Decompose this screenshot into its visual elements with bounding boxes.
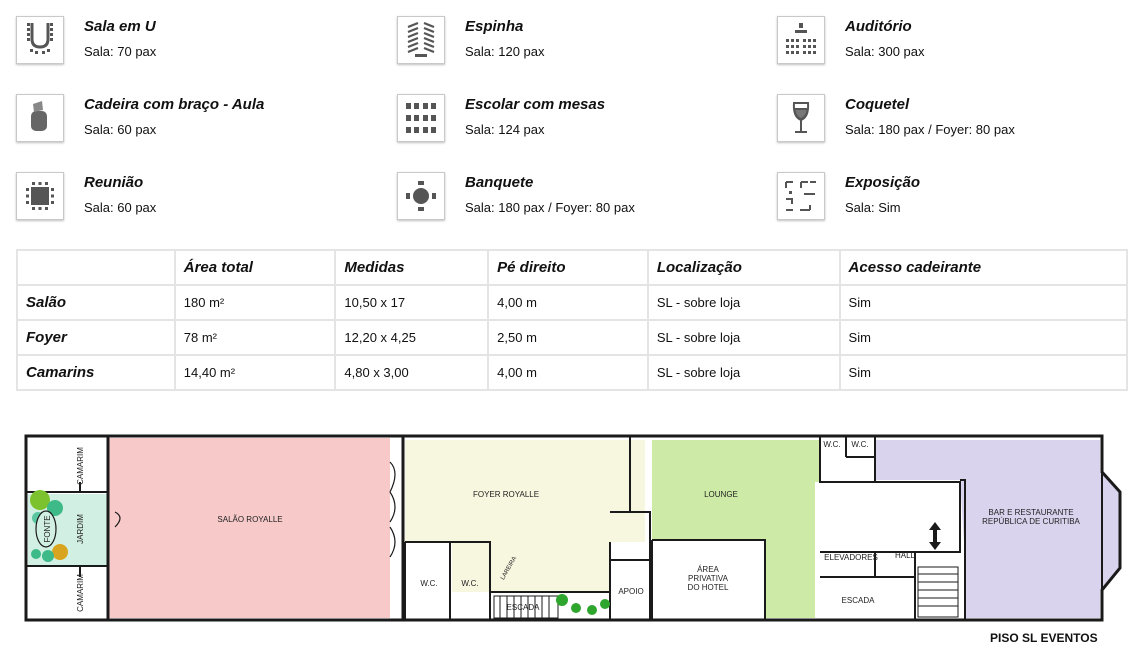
floor-plan: CAMARIM CAMARIM FONTE JARDIM SALÃO ROYAL… <box>24 434 1122 622</box>
label-escada-1: ESCADA <box>507 603 541 612</box>
salao-area <box>108 438 390 618</box>
layout-capacity: Sala: 300 pax <box>845 44 925 59</box>
label-area-privativa-2: PRIVATIVA <box>688 574 729 583</box>
layout-reuniao: Reunião Sala: 60 pax <box>16 172 316 232</box>
classroom-tables-icon <box>397 94 445 142</box>
table-header: Pé direito <box>487 249 649 286</box>
label-bar-2: REPÚBLICA DE CURITIBA <box>982 517 1080 526</box>
layout-escolar-mesas: Escolar com mesas Sala: 124 pax <box>397 94 697 154</box>
label-camarim-bottom: CAMARIM <box>76 574 85 612</box>
layout-sala-em-u: Sala em U Sala: 70 pax <box>16 16 316 76</box>
layout-capacity: Sala: 120 pax <box>465 44 545 59</box>
layout-capacity: Sala: 180 pax / Foyer: 80 pax <box>845 122 1015 137</box>
table-cell: 4,80 x 3,00 <box>334 354 490 391</box>
layout-title: Cadeira com braço - Aula <box>84 96 265 113</box>
label-wc-3: W.C. <box>823 440 840 449</box>
layout-title: Auditório <box>845 18 912 35</box>
layout-exposicao: Exposição Sala: Sim <box>777 172 1077 232</box>
layout-cadeira-braco: Cadeira com braço - Aula Sala: 60 pax <box>16 94 356 154</box>
table-cell: SL - sobre loja <box>646 284 841 321</box>
table-row: Salão 180 m² 10,50 x 17 4,00 m SL - sobr… <box>16 284 1129 321</box>
meeting-table-icon <box>16 172 64 220</box>
label-fonte: FONTE <box>43 515 52 542</box>
label-foyer: FOYER ROYALLE <box>473 490 539 499</box>
layout-title: Escolar com mesas <box>465 96 606 113</box>
table-row-header: Salão <box>16 284 176 321</box>
label-escada-2: ESCADA <box>842 596 876 605</box>
label-wc-2: W.C. <box>461 579 478 588</box>
bar-area <box>875 440 1120 618</box>
specs-table: Área total Medidas Pé direito Localizaçã… <box>16 249 1129 391</box>
label-wc-1: W.C. <box>420 579 437 588</box>
table-cell: Sim <box>838 319 1129 356</box>
exhibition-booths-icon <box>777 172 825 220</box>
banquet-table-icon <box>397 172 445 220</box>
table-row-header: Camarins <box>16 354 176 391</box>
layout-coquetel: Coquetel Sala: 180 pax / Foyer: 80 pax <box>777 94 1117 154</box>
label-wc-4: W.C. <box>851 440 868 449</box>
layout-title: Espinha <box>465 18 524 35</box>
layout-capacity: Sala: 124 pax <box>465 122 545 137</box>
table-header: Acesso cadeirante <box>838 249 1129 286</box>
label-salao: SALÃO ROYALLE <box>217 515 282 524</box>
table-header-row: Área total Medidas Pé direito Localizaçã… <box>16 249 1129 286</box>
table-cell: 14,40 m² <box>173 354 337 391</box>
table-cell: SL - sobre loja <box>646 319 841 356</box>
floor-plan-title: PISO SL EVENTOS <box>990 631 1098 645</box>
table-row: Foyer 78 m² 12,20 x 4,25 2,50 m SL - sob… <box>16 319 1129 356</box>
u-shape-seating-icon <box>16 16 64 64</box>
table-cell: 10,50 x 17 <box>334 284 490 321</box>
table-cell: 4,00 m <box>487 284 649 321</box>
layout-auditorio: Auditório Sala: 300 pax <box>777 16 1117 76</box>
label-hall: HALL <box>895 551 916 560</box>
label-area-privativa-1: ÁREA <box>697 565 719 574</box>
table-cell: Sim <box>838 284 1129 321</box>
layout-capacity: Sala: 180 pax / Foyer: 80 pax <box>465 200 635 215</box>
layout-capacity: Sala: Sim <box>845 200 901 215</box>
layout-banquete: Banquete Sala: 180 pax / Foyer: 80 pax <box>397 172 737 232</box>
layout-title: Coquetel <box>845 96 910 113</box>
label-lounge: LOUNGE <box>704 490 738 499</box>
layout-title: Exposição <box>845 174 921 191</box>
layout-capacity: Sala: 70 pax <box>84 44 157 59</box>
wine-glass-icon <box>777 94 825 142</box>
layout-title: Sala em U <box>84 18 156 35</box>
label-elevadores: ELEVADORES <box>824 553 878 562</box>
lounge-area <box>645 440 820 618</box>
table-row-header: Foyer <box>16 319 176 356</box>
table-header: Localização <box>646 249 841 286</box>
layout-capacity: Sala: 60 pax <box>84 122 157 137</box>
label-camarim-top: CAMARIM <box>76 447 85 485</box>
table-cell: 2,50 m <box>487 319 649 356</box>
label-area-privativa-3: DO HOTEL <box>688 583 729 592</box>
table-cell: 12,20 x 4,25 <box>334 319 490 356</box>
table-header: Área total <box>173 249 337 286</box>
table-cell: Sim <box>838 354 1129 391</box>
table-row: Camarins 14,40 m² 4,80 x 3,00 4,00 m SL … <box>16 354 1129 391</box>
layout-espinha: Espinha Sala: 120 pax <box>397 16 697 76</box>
table-cell: 4,00 m <box>487 354 649 391</box>
table-cell: 78 m² <box>173 319 337 356</box>
auditorium-seating-icon <box>777 16 825 64</box>
herringbone-seating-icon <box>397 16 445 64</box>
layout-title: Reunião <box>84 174 144 191</box>
layout-capacity: Sala: 60 pax <box>84 200 157 215</box>
label-jardim: JARDIM <box>76 514 85 544</box>
layout-title: Banquete <box>465 174 534 191</box>
label-apoio: APOIO <box>618 587 643 596</box>
table-cell: 180 m² <box>173 284 337 321</box>
armchair-icon <box>16 94 64 142</box>
table-cell: SL - sobre loja <box>646 354 841 391</box>
table-header <box>16 249 176 286</box>
table-header: Medidas <box>334 249 490 286</box>
label-bar-1: BAR E RESTAURANTE <box>988 508 1073 517</box>
